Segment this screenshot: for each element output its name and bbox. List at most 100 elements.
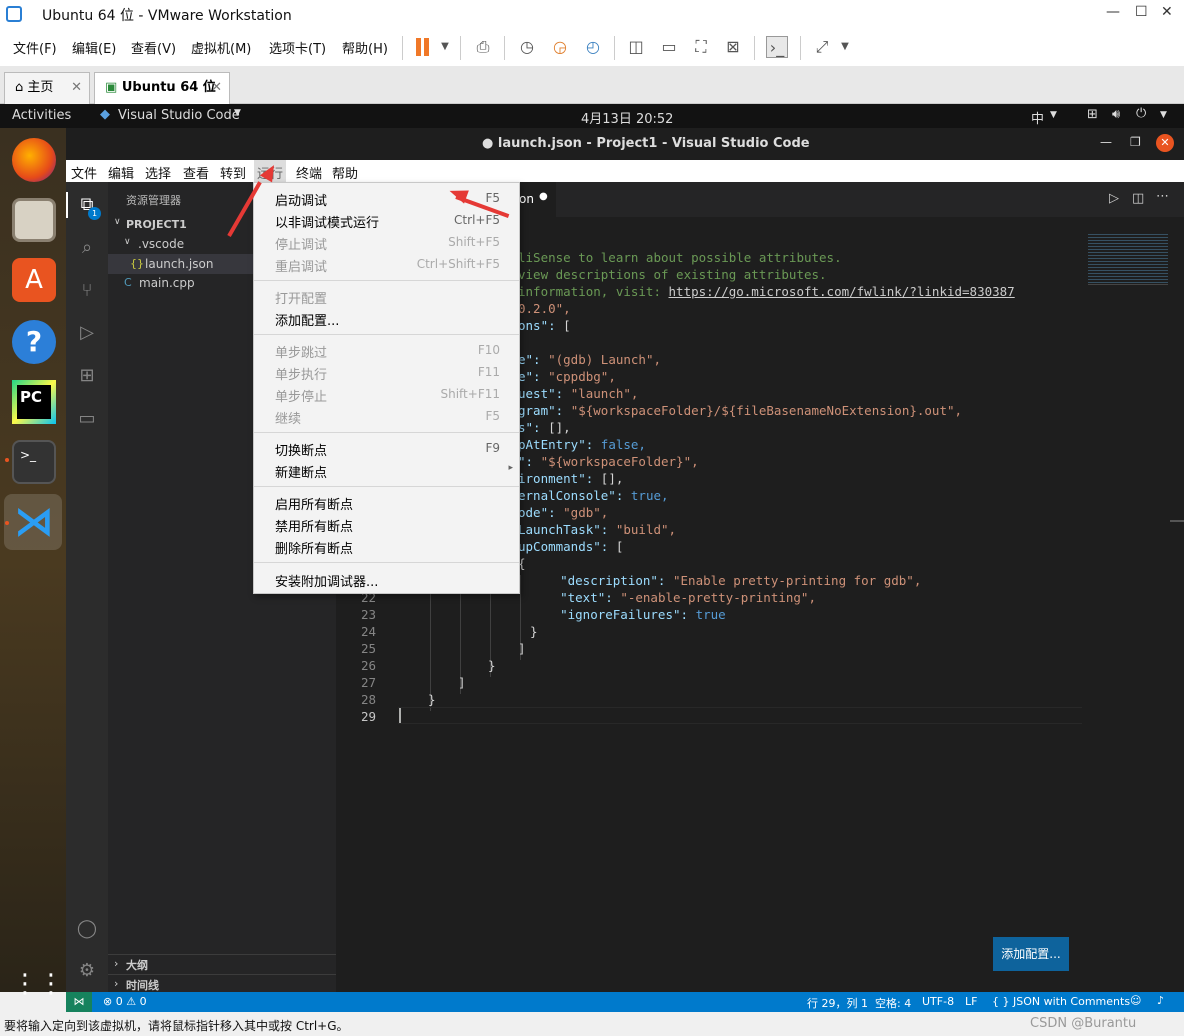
network-icon[interactable]: ⊞ — [1087, 107, 1098, 122]
app-menu[interactable]: Visual Studio Code — [118, 108, 240, 123]
tab-ubuntu[interactable]: ▣ Ubuntu 64 位 ✕ — [94, 72, 230, 104]
run-debug-icon[interactable]: ▷ — [76, 322, 98, 344]
timeline-section[interactable]: 时间线 — [126, 977, 159, 993]
stretch-icon[interactable]: ⤢ — [811, 36, 833, 58]
project-folder[interactable]: PROJECT1 — [126, 218, 187, 231]
code-line[interactable]: e": "(gdb) Launch", — [518, 352, 661, 367]
gear-icon[interactable]: ⚙ — [76, 960, 98, 982]
help-icon[interactable]: ? — [12, 320, 56, 364]
menu-terminal[interactable]: 终端 — [296, 163, 322, 182]
encoding[interactable]: UTF-8 — [922, 995, 954, 1008]
chevron-down-icon[interactable]: ▼ — [1160, 110, 1167, 120]
input-method[interactable]: 中 — [1031, 108, 1044, 127]
vscode-icon[interactable]: ⋊ — [12, 500, 56, 544]
cursor-position[interactable]: 行 29，列 1 — [807, 995, 868, 1011]
code-line[interactable]: } — [530, 624, 538, 639]
vscode-folder[interactable]: .vscode — [138, 237, 184, 251]
bell-icon[interactable]: ♪ — [1157, 994, 1164, 1007]
code-line[interactable]: liSense to learn about possible attribut… — [518, 250, 842, 265]
send-keys-icon[interactable]: ⎙ — [472, 36, 494, 58]
code-line[interactable]: information, visit: https://go.microsoft… — [518, 284, 1015, 299]
tab-launch-json[interactable]: on — [519, 192, 534, 206]
code-line[interactable]: s": [], — [518, 420, 571, 435]
run-menu-item[interactable]: 删除所有断点 — [254, 535, 519, 557]
maximize-icon[interactable]: ❐ — [1130, 135, 1141, 149]
app-grid-icon[interactable]: ⋮⋮⋮ — [12, 962, 90, 1006]
sidebar-toggle-icon[interactable]: ◫ — [625, 36, 647, 58]
code-line[interactable]: pAtEntry": false, — [518, 437, 646, 452]
vm-menu-file[interactable]: 文件(F) — [13, 38, 57, 57]
chevron-right-icon[interactable]: › — [114, 977, 118, 990]
code-line[interactable]: ons": [ — [518, 318, 571, 333]
activities-button[interactable]: Activities — [12, 108, 71, 123]
minimap[interactable] — [1088, 232, 1168, 284]
chevron-right-icon[interactable]: › — [114, 957, 118, 970]
close-icon[interactable]: ✕ — [1156, 134, 1174, 152]
firefox-icon[interactable] — [12, 138, 56, 182]
code-line[interactable]: gram": "${workspaceFolder}/${fileBasenam… — [518, 403, 962, 418]
account-icon[interactable]: ◯ — [76, 918, 98, 940]
power-icon[interactable]: ⏻ — [1136, 106, 1146, 121]
volume-icon[interactable]: 🔊︎ — [1112, 107, 1120, 122]
code-line[interactable]: ] — [458, 675, 466, 690]
more-actions-icon[interactable]: ⋯ — [1156, 189, 1169, 204]
code-line[interactable]: view descriptions of existing attributes… — [518, 267, 827, 282]
vm-menu-tabs[interactable]: 选项卡(T) — [269, 38, 326, 57]
split-editor-icon[interactable]: ◫ — [1132, 191, 1144, 206]
close-icon[interactable]: ✕ — [71, 73, 82, 103]
thumbnail-icon[interactable]: ▭ — [658, 36, 680, 58]
run-menu-item[interactable]: 安装附加调试器... — [254, 568, 519, 590]
indentation[interactable]: 空格: 4 — [875, 995, 911, 1011]
minimize-icon[interactable]: — — [1100, 135, 1112, 149]
run-icon[interactable]: ▷ — [1109, 191, 1119, 206]
close-icon[interactable]: ✕ — [1161, 4, 1173, 20]
software-icon[interactable]: A — [12, 258, 56, 302]
code-line[interactable]: } — [488, 658, 496, 673]
add-configuration-button[interactable]: 添加配置... — [993, 937, 1069, 971]
chevron-down-icon[interactable]: ▼ — [834, 36, 856, 58]
chevron-down-icon[interactable]: ∨ — [114, 217, 121, 227]
tab-home[interactable]: ⌂ 主页 ✕ — [4, 72, 90, 104]
vm-menu-help[interactable]: 帮助(H) — [342, 38, 388, 57]
code-line[interactable]: upCommands": [ — [518, 539, 623, 554]
fullscreen-icon[interactable]: ⛶ — [690, 36, 712, 58]
code-line[interactable]: ernalConsole": true, — [518, 488, 669, 503]
problems-indicator[interactable]: ⊗ 0 ⚠ 0 — [103, 995, 147, 1008]
run-menu-item[interactable]: 新建断点 ▸ — [254, 459, 519, 481]
language-mode[interactable]: { } JSON with Comments — [992, 995, 1130, 1008]
files-icon[interactable] — [12, 198, 56, 242]
terminal-icon[interactable]: >_ — [12, 440, 56, 484]
code-line[interactable]: ] — [518, 641, 526, 656]
code-line[interactable]: } — [428, 692, 436, 707]
revert-snapshot-icon[interactable]: ◶ — [549, 36, 571, 58]
pycharm-icon[interactable]: PC — [12, 380, 56, 424]
run-menu-item[interactable]: 切换断点 F9 — [254, 437, 519, 459]
chevron-down-icon[interactable]: ▼ — [234, 108, 241, 118]
menu-file[interactable]: 文件 — [71, 163, 97, 182]
vm-menu-view[interactable]: 查看(V) — [131, 38, 176, 57]
vm-menu-vm[interactable]: 虚拟机(M) — [191, 38, 251, 57]
snapshot-manager-icon[interactable]: ◴ — [582, 36, 604, 58]
run-menu-item[interactable]: 启用所有断点 — [254, 491, 519, 513]
code-line[interactable]: ode": "gdb", — [518, 505, 608, 520]
pause-icon[interactable] — [416, 38, 421, 56]
code-line[interactable]: LaunchTask": "build", — [518, 522, 676, 537]
search-icon[interactable]: ⌕ — [76, 237, 98, 259]
run-menu-item[interactable]: 以非调试模式运行 Ctrl+F5 — [254, 209, 519, 231]
code-line[interactable]: uest": "launch", — [518, 386, 638, 401]
extensions-icon[interactable]: ⊞ — [76, 365, 98, 387]
menu-go[interactable]: 转到 — [220, 163, 246, 182]
menu-view[interactable]: 查看 — [183, 163, 209, 182]
file-main-cpp[interactable]: main.cpp — [139, 276, 195, 290]
code-line[interactable]: ": "${workspaceFolder}", — [518, 454, 699, 469]
outline-section[interactable]: 大纲 — [126, 957, 148, 973]
menu-help[interactable]: 帮助 — [332, 163, 358, 182]
code-line[interactable]: "ignoreFailures": true — [530, 607, 726, 622]
vm-menu-edit[interactable]: 编辑(E) — [72, 38, 116, 57]
console-view-icon[interactable]: ›_ — [766, 36, 788, 58]
unity-icon[interactable]: ⊠ — [722, 36, 744, 58]
chevron-down-icon[interactable]: ▼ — [1050, 110, 1057, 120]
clock[interactable]: 4月13日 20:52 — [581, 108, 673, 127]
code-line[interactable]: "text": "-enable-pretty-printing", — [530, 590, 816, 605]
chevron-down-icon[interactable]: ∨ — [124, 237, 131, 247]
